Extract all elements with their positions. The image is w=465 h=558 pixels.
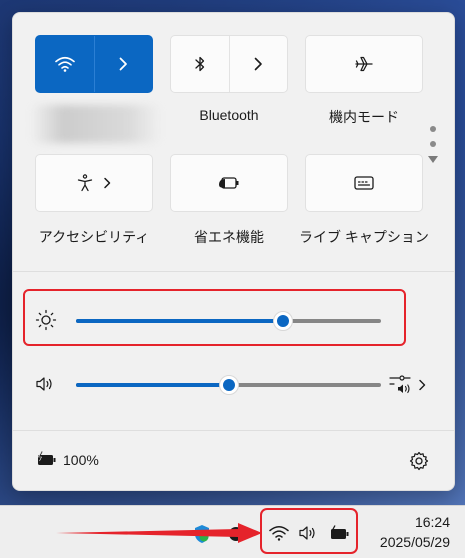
brightness-highlight-annotation (23, 289, 406, 346)
clock-date: 2025/05/29 (379, 534, 450, 550)
battery-saver-icon (219, 177, 239, 189)
battery-status[interactable]: 100% (35, 449, 125, 471)
caret-down-icon[interactable] (428, 156, 438, 164)
chevron-right-icon (419, 379, 426, 391)
battery-percentage: 100% (63, 452, 99, 468)
volume-row (13, 365, 454, 405)
gear-icon[interactable] (409, 451, 429, 471)
bluetooth-tile[interactable] (170, 35, 288, 93)
chevron-right-icon (119, 57, 127, 71)
airplane-mode-label: 機内モード (329, 109, 399, 125)
bluetooth-icon (195, 56, 205, 72)
quick-settings-panel: Bluetooth 機内モード アクセシビリティ 省エネ機能 ライブ キャプショ… (12, 12, 455, 491)
bluetooth-expand-button[interactable] (228, 36, 287, 92)
battery-charging-icon (37, 451, 56, 465)
volume-slider-fill (76, 383, 229, 387)
speaker-icon[interactable] (35, 376, 55, 392)
battery-saver-tile[interactable] (170, 154, 288, 212)
airplane-icon (355, 56, 373, 72)
accessibility-icon (77, 174, 93, 192)
captions-icon (354, 176, 374, 190)
accessibility-label: アクセシビリティ (38, 229, 150, 245)
wifi-icon (55, 56, 75, 72)
wifi-tile[interactable] (35, 35, 153, 93)
arrow-annotation-icon (56, 523, 262, 543)
battery-saver-label: 省エネ機能 (194, 229, 264, 245)
page-dot (430, 126, 436, 132)
tray-highlight-annotation (260, 508, 358, 554)
bluetooth-label: Bluetooth (199, 107, 259, 123)
wifi-expand-button[interactable] (93, 36, 152, 92)
clock-time: 16:24 (414, 514, 450, 530)
section-divider (13, 430, 454, 431)
wifi-network-label-blurred (31, 105, 161, 143)
accessibility-tile[interactable] (35, 154, 153, 212)
section-divider (13, 271, 454, 272)
chevron-right-icon (104, 177, 111, 189)
volume-slider-thumb[interactable] (218, 375, 239, 395)
airplane-mode-tile[interactable] (305, 35, 423, 93)
live-captions-tile[interactable] (305, 154, 423, 212)
page-dot (430, 141, 436, 147)
sound-output-button[interactable] (389, 373, 429, 397)
sound-output-icon (389, 375, 411, 394)
clock-button[interactable]: 16:24 2025/05/29 (360, 510, 460, 554)
live-captions-label: ライブ キャプション (299, 229, 429, 245)
bluetooth-toggle-button[interactable] (171, 36, 229, 92)
chevron-right-icon (254, 57, 262, 71)
wifi-toggle-button[interactable] (36, 36, 94, 92)
